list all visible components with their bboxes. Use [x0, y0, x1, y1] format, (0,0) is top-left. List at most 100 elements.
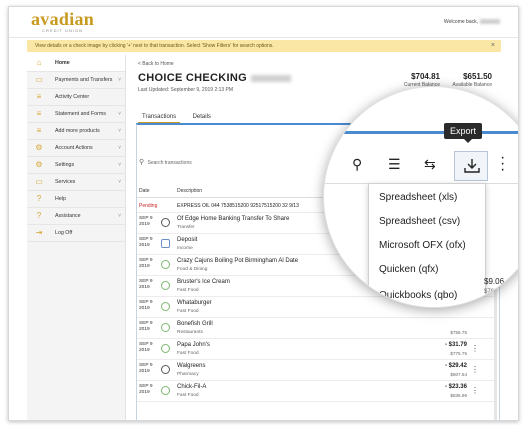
- food-icon: [161, 344, 170, 353]
- row-category: Fast Food: [177, 309, 199, 314]
- row-description: Crazy Cajuns Boiling Pot Birmingham Al D…: [177, 258, 299, 264]
- welcome-text: Welcome back,: [443, 19, 478, 25]
- transactions-toolbar: ⚲ ☰ ⇆ · · ·: [324, 145, 518, 184]
- search-icon: ⚲: [139, 159, 145, 166]
- row-date: SEP 9 2019: [139, 363, 153, 374]
- row-date: SEP 9 2019: [139, 216, 153, 227]
- sidebar-item-label: Services: [55, 179, 76, 185]
- sidebar-item-label: Add more products: [55, 128, 100, 134]
- row-description: Papa John's: [177, 342, 210, 348]
- row-category: Income: [177, 246, 193, 251]
- brand-name: avadian: [31, 9, 95, 29]
- transfer-icon: [161, 218, 170, 227]
- more-options-icon[interactable]: · · ·: [500, 150, 505, 178]
- close-icon[interactable]: ×: [491, 40, 495, 52]
- sidebar-item-services[interactable]: ▭ Services ˅: [27, 174, 125, 191]
- filter-icon[interactable]: ☰: [388, 157, 401, 171]
- row-description: Deposit: [177, 237, 198, 243]
- row-date: SEP 9 2019: [139, 342, 153, 353]
- row-amount: - $23.36: [444, 384, 467, 390]
- column-header-date[interactable]: Date: [139, 188, 150, 194]
- sidebar: ⌂ Home ▭ Payments and Transfers ˅ ≡ Acti…: [27, 55, 126, 420]
- page-title: CHOICE CHECKING: [138, 72, 292, 84]
- row-amount: - $31.79: [444, 342, 467, 348]
- row-description: Whataburger: [177, 300, 212, 306]
- info-banner: View details or a check image by clickin…: [27, 40, 501, 52]
- welcome-message: Welcome back,: [444, 19, 500, 25]
- sidebar-item-settings[interactable]: ⚙ Settings ˅: [27, 157, 125, 174]
- row-date: SEP 9 2019: [139, 279, 153, 290]
- table-row[interactable]: SEP 9 2019 Bonefish Grill Restaurants $7…: [137, 318, 497, 339]
- table-row[interactable]: SEP 9 2019 Chick-Fil-A Fast Food - $23.3…: [137, 381, 497, 402]
- available-balance: $651.50 Available Balance: [452, 72, 492, 88]
- row-description: Of Edge Home Banking Transfer To Share: [177, 216, 290, 222]
- export-button[interactable]: [454, 151, 488, 181]
- sidebar-item-label: Assistance: [55, 213, 81, 219]
- sidebar-item-statements[interactable]: ≡ Statement and Forms ˅: [27, 106, 125, 123]
- row-category: Transfer: [177, 225, 195, 230]
- sidebar-item-label: Settings: [55, 162, 75, 168]
- top-bar: avadian CREDIT UNION Welcome back,: [9, 7, 518, 38]
- panel-top-border: [324, 131, 518, 134]
- sidebar-item-label: Log Off: [55, 230, 73, 236]
- row-running-balance: $756.75: [450, 330, 467, 335]
- search-icon[interactable]: ⚲: [352, 157, 362, 171]
- table-row[interactable]: SEP 9 2019 Walgreens Pharmacy - $29.42 $…: [137, 360, 497, 381]
- table-row[interactable]: SEP 9 2019 Papa John's Fast Food - $31.7…: [137, 339, 497, 360]
- row-category: Restaurants: [177, 330, 203, 335]
- export-option-qbo[interactable]: Quickbooks (qbo): [379, 290, 457, 301]
- row-date: SEP 9 2019: [139, 321, 153, 332]
- actions-icon: ⚙: [35, 143, 43, 152]
- sidebar-item-help[interactable]: ? Help: [27, 191, 125, 208]
- row-description: Walgreens: [177, 363, 206, 369]
- more-options-icon[interactable]: ⋮: [471, 386, 479, 395]
- assistance-icon: ?: [36, 211, 42, 220]
- column-header-description[interactable]: Description: [177, 188, 202, 194]
- card-icon: ▭: [35, 75, 43, 84]
- current-balance-value: $704.81: [411, 72, 440, 81]
- sidebar-item-add-products[interactable]: ≡ Add more products ˅: [27, 123, 125, 140]
- row-description: Bruster's Ice Cream: [177, 279, 230, 285]
- chevron-down-icon: ˅: [118, 213, 121, 219]
- more-options-icon[interactable]: ⋮: [471, 365, 479, 374]
- export-option-qfx[interactable]: Quicken (qfx): [379, 264, 438, 275]
- sidebar-item-payments[interactable]: ▭ Payments and Transfers ˅: [27, 72, 125, 89]
- row-description: Bonefish Grill: [177, 321, 213, 327]
- export-option-xls[interactable]: Spreadsheet (xls): [379, 192, 457, 203]
- export-option-csv[interactable]: Spreadsheet (csv): [379, 216, 460, 227]
- sidebar-item-logoff[interactable]: ⇥ Log Off: [27, 225, 125, 242]
- available-balance-value: $651.50: [463, 72, 492, 81]
- income-icon: [161, 239, 170, 248]
- services-icon: ▭: [35, 177, 43, 186]
- more-options-icon[interactable]: ⋮: [471, 344, 479, 353]
- export-tooltip: Export: [444, 123, 483, 143]
- row-amount: - $29.42: [444, 363, 467, 369]
- food-icon: [161, 281, 170, 290]
- export-option-ofx[interactable]: Microsoft OFX (ofx): [379, 240, 466, 251]
- food-icon: [161, 302, 170, 311]
- search-input[interactable]: Search transactions: [148, 160, 192, 166]
- back-link[interactable]: < Back to Home: [138, 61, 174, 67]
- sidebar-item-account-actions[interactable]: ⚙ Account Actions ˅: [27, 140, 125, 157]
- redacted-account-number: [251, 74, 292, 82]
- row-description: Chick-Fil-A: [177, 384, 207, 390]
- list-icon: ≡: [36, 126, 42, 135]
- tab-details[interactable]: Details: [189, 112, 215, 122]
- food-icon: [161, 260, 170, 269]
- row-date: SEP 9 2019: [139, 258, 153, 269]
- row-date: SEP 9 2019: [139, 384, 153, 395]
- logo[interactable]: avadian CREDIT UNION: [31, 10, 94, 33]
- row-category: Food & Dining: [177, 267, 208, 272]
- sidebar-item-label: Payments and Transfers: [55, 77, 113, 83]
- help-icon: ?: [36, 194, 42, 203]
- list-icon: ≡: [36, 92, 42, 101]
- download-icon: [464, 159, 480, 173]
- row-category: Pharmacy: [177, 372, 199, 377]
- sidebar-item-home[interactable]: ⌂ Home: [27, 55, 125, 72]
- tab-bar: Transactions Details: [138, 105, 219, 124]
- sidebar-item-assistance[interactable]: ? Assistance ˅: [27, 208, 125, 225]
- sidebar-item-activity[interactable]: ≡ Activity Center: [27, 89, 125, 106]
- row-category: Fast Food: [177, 393, 199, 398]
- transfer-arrows-icon[interactable]: ⇆: [424, 157, 436, 171]
- food-icon: [161, 386, 170, 395]
